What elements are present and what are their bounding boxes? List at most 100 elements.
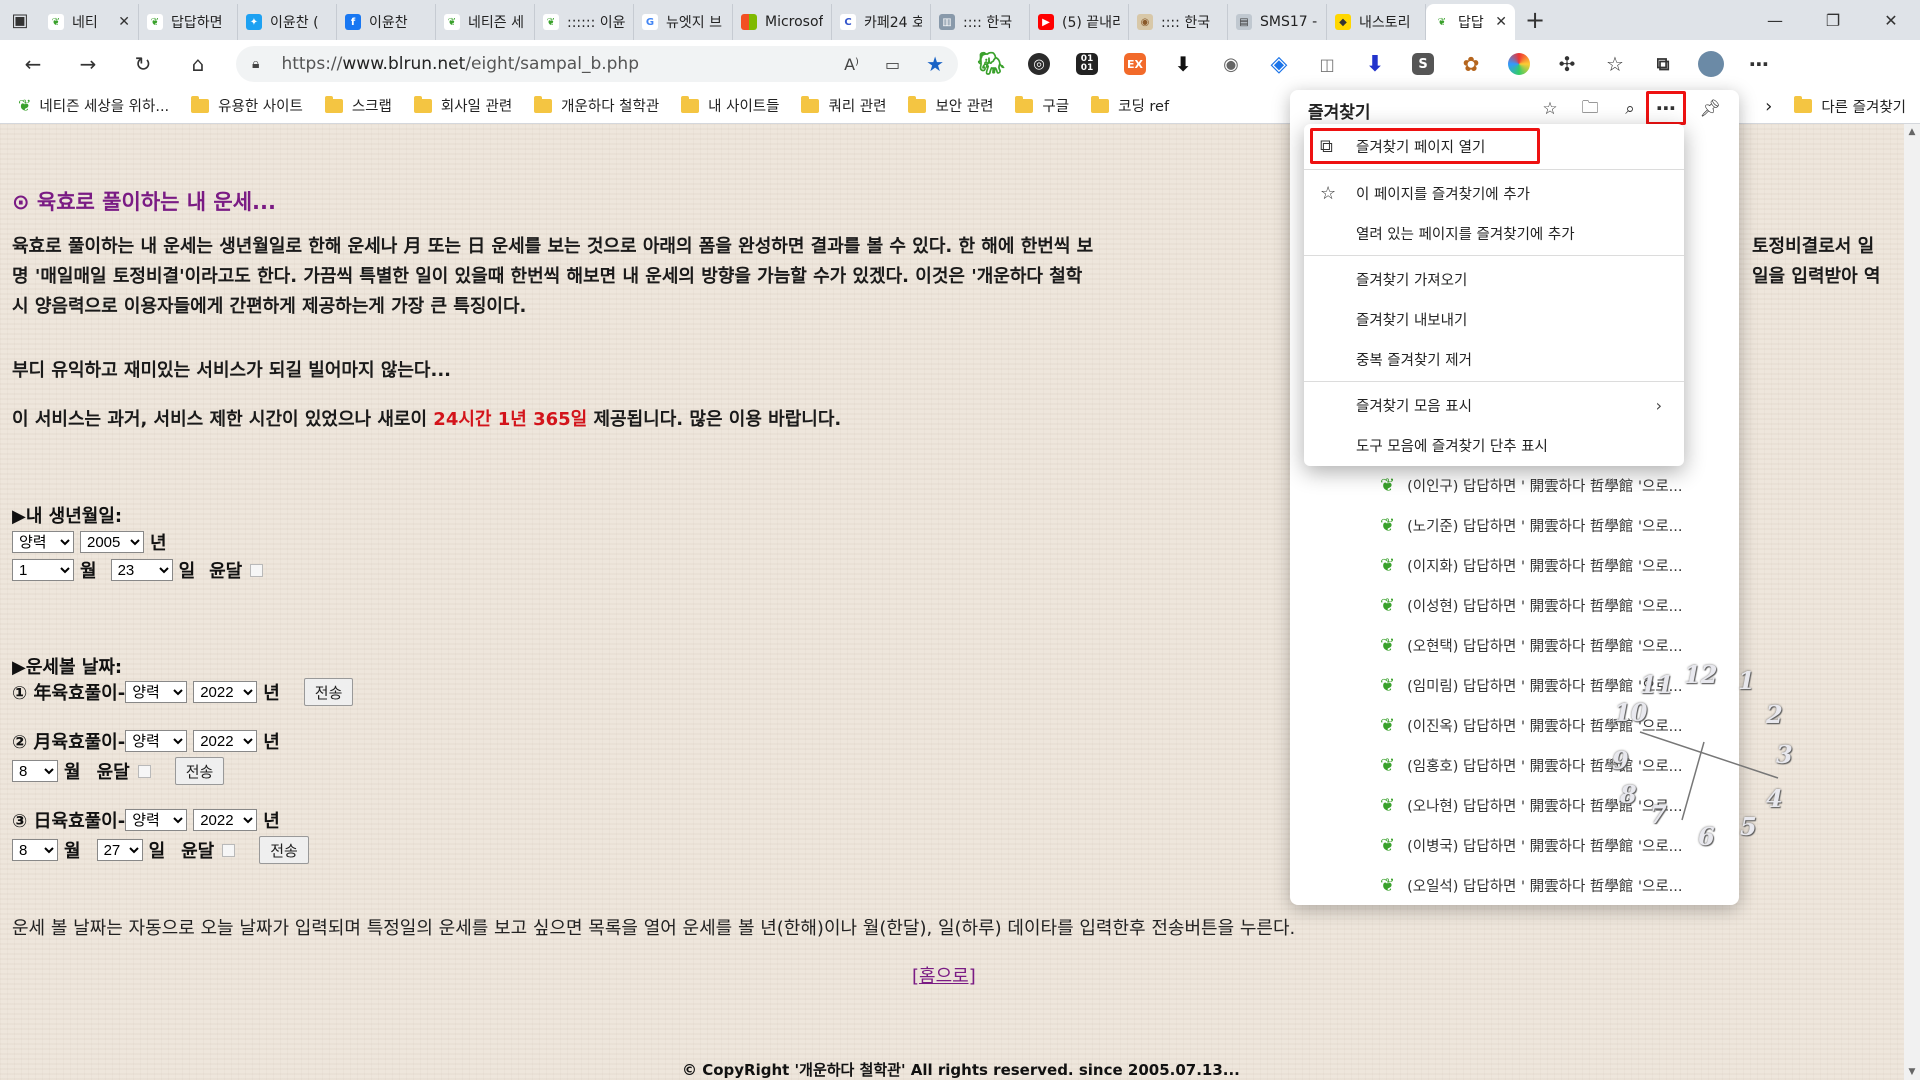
month-fortune-year-select[interactable]: 2022 — [193, 730, 258, 752]
tab-9[interactable]: ▥:::: 한국 — [931, 4, 1030, 40]
address-bar[interactable]: 🔒︎ https://www.blrun.net/eight/sampal_b.… — [236, 46, 958, 82]
bookmark-8[interactable]: 구글 — [1015, 95, 1069, 116]
favorite-item[interactable]: ❦ (오나현) 답답하면 ' 開雲하다 哲學館 '으로... — [1380, 785, 1730, 825]
tab-2[interactable]: ✦ 이윤찬 ( — [238, 4, 337, 40]
url-text[interactable]: https://www.blrun.net/eight/sampal_b.php — [281, 54, 844, 74]
tab-7[interactable]: Microsof — [733, 4, 832, 40]
read-aloud-icon[interactable]: A⁾ — [844, 55, 859, 74]
day-fortune-month-select[interactable]: 8 — [12, 839, 58, 861]
other-favorites[interactable]: › 다른 즐겨찾기 — [1765, 88, 1906, 124]
tab-6[interactable]: G 뉴엣지 브 — [634, 4, 733, 40]
year-fortune-year-select[interactable]: 2022 — [193, 681, 258, 703]
day-fortune-submit-button[interactable]: 전송 — [259, 836, 309, 864]
download-extension-icon[interactable]: ⬇︎ — [1167, 48, 1199, 80]
add-folder-icon[interactable]: 🗀︎ — [1574, 94, 1606, 124]
tab-14[interactable]: ❦ 답답 ✕ — [1426, 4, 1515, 40]
month-fortune-submit-button[interactable]: 전송 — [174, 757, 225, 785]
rss-icon[interactable]: ◫ — [1311, 48, 1343, 80]
birth-leap-checkbox[interactable] — [250, 563, 264, 577]
month-fortune-month-select[interactable]: 8 — [12, 760, 58, 782]
refresh-icon[interactable]: ↻ — [122, 46, 164, 82]
pin-icon[interactable]: 📌︎ — [1694, 94, 1726, 124]
arrow-down-extension-icon[interactable]: ⬇︎ — [1359, 48, 1391, 80]
tab-close-icon[interactable]: ✕ — [1495, 14, 1507, 30]
menu-add-open-pages[interactable]: 열려 있는 페이지를 즐겨찾기에 추가 — [1304, 213, 1684, 253]
new-tab-button[interactable]: + — [1515, 6, 1555, 34]
year-fortune-calendar-select[interactable]: 양력 — [125, 681, 188, 703]
favorite-star-icon[interactable]: ★ — [926, 52, 944, 76]
tab-10[interactable]: ▶ (5) 끝내리 — [1030, 4, 1129, 40]
year-fortune-submit-button[interactable]: 전송 — [303, 678, 354, 706]
settings-more-icon[interactable]: ⋯ — [1743, 48, 1775, 80]
bookmark-0[interactable]: ❦ 네티즌 세상을 위하... — [18, 95, 169, 116]
home-icon[interactable]: ⌂ — [177, 46, 219, 82]
bookmark-9[interactable]: 코딩 ref — [1091, 95, 1169, 116]
restore-icon[interactable]: ❐ — [1804, 0, 1862, 40]
tab-close-icon[interactable]: ✕ — [118, 14, 130, 30]
favorite-item[interactable]: ❦ (이인구) 답답하면 ' 開雲하다 哲學館 '으로... — [1380, 465, 1730, 505]
bookmark-3[interactable]: 회사일 관련 — [413, 95, 512, 116]
profile-avatar[interactable] — [1698, 51, 1724, 77]
cookie-icon[interactable]: ✿ — [1455, 48, 1487, 80]
day-fortune-leap-checkbox[interactable] — [222, 843, 236, 857]
page-scrollbar[interactable]: ▲ ▼ — [1904, 124, 1920, 1080]
favorite-item[interactable]: ❦ (노기준) 답답하면 ' 開雲하다 哲學館 '으로... — [1380, 505, 1730, 545]
menu-import-favorites[interactable]: 즐겨찾기 가져오기 — [1304, 259, 1684, 299]
tab-1[interactable]: ❦ 답답하면 — [139, 4, 238, 40]
menu-show-favorites-button[interactable]: 도구 모음에 즐겨찾기 단추 표시 — [1304, 425, 1684, 465]
birth-month-select[interactable]: 1 — [12, 559, 74, 581]
month-fortune-calendar-select[interactable]: 양력 — [125, 730, 188, 752]
tab-3[interactable]: f 이윤찬 — [337, 4, 436, 40]
color-picker-icon[interactable] — [1508, 53, 1530, 75]
favorite-item[interactable]: ❦ (오현택) 답답하면 ' 開雲하다 哲學館 '으로... — [1380, 625, 1730, 665]
favorite-item[interactable]: ❦ (임미림) 답답하면 ' 開雲하다 哲學館 '으로... — [1380, 665, 1730, 705]
birth-day-select[interactable]: 23 — [110, 559, 173, 581]
collections-icon[interactable]: ⧉ — [1647, 48, 1679, 80]
birth-calendar-select[interactable]: 양력 — [12, 531, 74, 553]
favorite-item[interactable]: ❦ (이성현) 답답하면 ' 開雲하다 哲學館 '으로... — [1380, 585, 1730, 625]
menu-add-this-page[interactable]: ☆ 이 페이지를 즐겨찾기에 추가 — [1304, 173, 1684, 213]
tab-11[interactable]: ◉:::: 한국 — [1129, 4, 1228, 40]
menu-remove-duplicates[interactable]: 중복 즐겨찾기 제거 — [1304, 339, 1684, 379]
tab-actions-icon[interactable]: ▣ — [0, 0, 40, 40]
ex-extension-icon[interactable]: EX — [1124, 53, 1146, 75]
scroll-down-icon[interactable]: ▼ — [1904, 1064, 1920, 1080]
birth-year-select[interactable]: 2005 — [80, 531, 144, 553]
tab-13[interactable]: ◆ 내스토리 — [1327, 4, 1426, 40]
chevron-right-icon[interactable]: › — [1765, 96, 1772, 117]
back-icon[interactable]: ← — [12, 46, 54, 82]
home-link[interactable]: [홈으로] — [912, 962, 976, 988]
s-extension-icon[interactable]: S — [1412, 53, 1434, 75]
menu-show-favorites-bar[interactable]: 즐겨찾기 모음 표시 › — [1304, 385, 1684, 425]
bookmark-4[interactable]: 개운하다 철학관 — [534, 95, 659, 116]
day-fortune-year-select[interactable]: 2022 — [193, 809, 258, 831]
forward-icon[interactable]: → — [67, 46, 109, 82]
tab-12[interactable]: ▤ SMS17 - — [1228, 4, 1327, 40]
tab-8[interactable]: C 카페24 호 — [832, 4, 931, 40]
immersive-reader-icon[interactable]: ▭ — [885, 55, 900, 74]
search-favorites-icon[interactable]: ⌕ — [1614, 94, 1646, 124]
bookmark-1[interactable]: 유용한 사이트 — [191, 95, 303, 116]
day-fortune-calendar-select[interactable]: 양력 — [125, 809, 188, 831]
more-options-button[interactable]: ⋯ — [1646, 91, 1686, 125]
close-window-icon[interactable]: ✕ — [1862, 0, 1920, 40]
minimize-icon[interactable]: — — [1746, 0, 1804, 40]
favorite-item[interactable]: ❦ (이지화) 답답하면 ' 開雲하다 哲學館 '으로... — [1380, 545, 1730, 585]
add-favorite-icon[interactable]: ☆ — [1534, 94, 1566, 124]
binary-extension-icon[interactable]: 01 01 — [1076, 53, 1098, 75]
tab-5[interactable]: ❦:::::: 이윤 — [535, 4, 634, 40]
evernote-icon[interactable]: 🐘︎ — [975, 48, 1007, 80]
day-fortune-day-select[interactable]: 27 — [96, 839, 143, 861]
bookmark-2[interactable]: 스크랩 — [324, 95, 392, 116]
favorite-item[interactable]: ❦ (이병국) 답답하면 ' 開雲하다 哲學館 '으로... — [1380, 825, 1730, 865]
privacy-extension-icon[interactable]: ◎ — [1028, 53, 1050, 75]
tab-4[interactable]: ❦ 네티즌 세 — [436, 4, 535, 40]
layers-icon[interactable]: ◈ — [1263, 48, 1295, 80]
favorite-item[interactable]: ❦ (오일석) 답답하면 ' 開雲하다 哲學館 '으로... — [1380, 865, 1730, 905]
favorite-item[interactable]: ❦ (임홍호) 답답하면 ' 開雲하다 哲學館 '으로... — [1380, 745, 1730, 785]
bookmark-5[interactable]: 내 사이트들 — [681, 95, 779, 116]
favorite-item[interactable]: ❦ (이진옥) 답답하면 ' 開雲하다 哲學館 '으로... — [1380, 705, 1730, 745]
favorites-list-icon[interactable]: ☆ — [1599, 48, 1631, 80]
menu-export-favorites[interactable]: 즐겨찾기 내보내기 — [1304, 299, 1684, 339]
month-fortune-leap-checkbox[interactable] — [137, 764, 151, 778]
